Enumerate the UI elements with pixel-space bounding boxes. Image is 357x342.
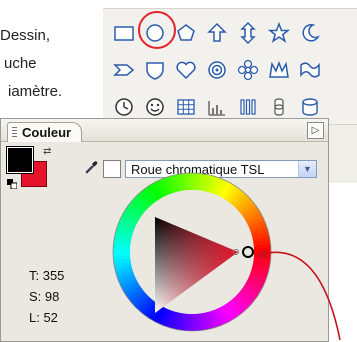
color-panel: Couleur ▷ ⇄ Roue chromatique TSL ▼ T: 35… — [0, 118, 329, 342]
shapes-row — [108, 51, 357, 88]
grip-icon[interactable] — [12, 127, 17, 138]
star-icon[interactable] — [263, 17, 294, 48]
crown-icon[interactable] — [263, 54, 294, 85]
hsl-readouts: T: 355 S: 98 L: 52 — [29, 265, 64, 328]
document-line: iamètre. — [8, 83, 63, 100]
default-colors-icon[interactable] — [7, 179, 17, 189]
crescent-icon[interactable] — [294, 17, 325, 48]
rectangle-icon[interactable] — [108, 17, 139, 48]
document-line: Dessin, — [0, 27, 51, 44]
spiral-icon[interactable] — [201, 54, 232, 85]
heart-icon[interactable] — [170, 54, 201, 85]
arrow-up-icon[interactable] — [201, 17, 232, 48]
tab-label: Couleur — [22, 125, 72, 140]
chevron-right-icon[interactable] — [108, 54, 139, 85]
panel-tabbar: Couleur ▷ — [1, 119, 328, 142]
swap-colors-icon[interactable]: ⇄ — [43, 146, 51, 157]
hue-value: T: 355 — [29, 268, 65, 283]
double-arrow-icon[interactable] — [232, 17, 263, 48]
saturation-value: S: 98 — [29, 289, 60, 304]
eyedropper-icon[interactable] — [83, 159, 99, 175]
triangle-right-icon: ▷ — [311, 125, 320, 136]
tab-couleur[interactable]: Couleur — [7, 122, 83, 142]
hsl-color-wheel[interactable] — [111, 171, 273, 333]
foreground-color-swatch[interactable] — [6, 146, 34, 174]
chevron-down-icon[interactable]: ▼ — [298, 161, 316, 177]
flower-icon[interactable] — [232, 54, 263, 85]
document-text: Dessin, uche iamètre. — [0, 22, 110, 106]
lightness-value: L: 52 — [29, 310, 58, 325]
document-line: uche — [4, 55, 37, 72]
color-swatches: ⇄ — [6, 146, 67, 205]
wave-icon[interactable] — [294, 54, 325, 85]
panel-menu-button[interactable]: ▷ — [307, 122, 324, 139]
selected-tool-highlight — [138, 11, 176, 49]
shield-icon[interactable] — [139, 54, 170, 85]
